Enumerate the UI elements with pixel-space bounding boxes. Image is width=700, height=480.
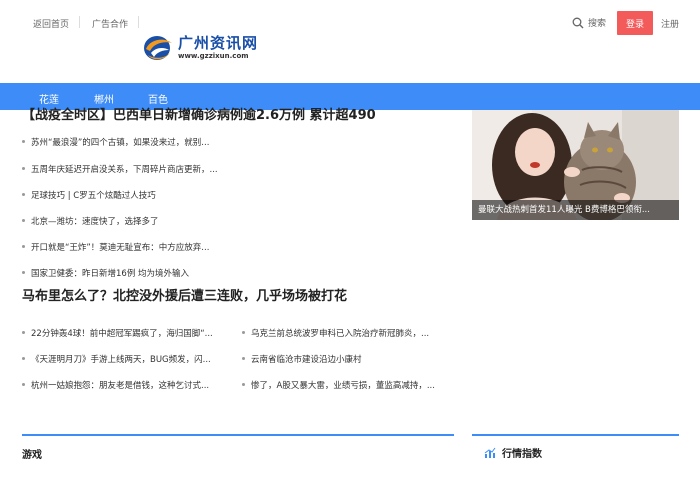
login-button[interactable]: 登录 [617,11,653,35]
bullet [242,357,245,360]
search-label: 搜索 [588,19,607,29]
search-button[interactable]: 搜索 [572,16,606,29]
bullet [22,219,25,222]
bullet [22,193,25,196]
nav-item-baise[interactable]: 百色 [148,91,168,106]
main-nav: 花莲 郴州 百色 [0,83,700,110]
list-item[interactable]: 苏州“最浪漫”的四个古镇，如果没来过，就别... [22,137,242,149]
list-item[interactable]: 乌克兰前总统波罗申科已入院治疗新冠肺炎，... [242,328,452,340]
bullet [242,383,245,386]
home-link[interactable]: 返回首页 [33,17,69,30]
bullet [22,383,25,386]
site-logo[interactable]: 广州资讯网 www.gzzixun.com [142,32,258,64]
bullet [22,167,25,170]
list-item[interactable]: 国家卫健委：昨日新增16例 均为境外输入 [22,268,242,280]
logo-swirl-icon [144,36,172,60]
logo-url: www.gzzixun.com [178,52,249,60]
bullet [242,331,245,334]
list-item[interactable]: 22分钟轰4球！前中超冠军踢疯了，海归国脚“... [22,328,232,340]
divider [79,16,80,28]
photo-caption: 曼联大战热刺首发11人曝光 B费博格巴领衔... [472,200,679,220]
bullet [22,357,25,360]
list-item[interactable]: 杭州一姑娘抱怨：朋友老是借钱，这种乞讨式... [22,380,232,392]
top-bar: 返回首页 广告合作 搜索 登录 注册 [0,0,700,46]
divider [138,16,139,28]
list-item[interactable]: 惨了，A股又暴大雷，业绩亏损，董监高减持，... [242,380,452,392]
headline-1[interactable]: 【战疫全时区】巴西单日新增确诊病例逾2.6万例 累计超490 [22,107,462,124]
list-item[interactable]: 北京—潍坊：速度快了，选择多了 [22,216,242,228]
search-icon [572,17,584,28]
featured-photo[interactable]: 曼联大战热刺首发11人曝光 B费博格巴领衔... [472,110,679,220]
chart-icon [484,447,496,458]
ad-link[interactable]: 广告合作 [92,17,128,30]
market-section-divider [472,434,679,436]
bullet [22,331,25,334]
headline-2[interactable]: 马布里怎么了？北控没外援后遭三连败，几乎场场被打花 [22,288,462,305]
list-item[interactable]: 足球技巧 | C罗五个炫酷过人技巧 [22,190,242,202]
list-item[interactable]: 云南省临沧市建设沿边小康村 [242,354,452,366]
list-item[interactable]: 五周年庆延迟开启没关系，下周碎片商店更新，... [22,164,242,176]
nav-item-hualian[interactable]: 花莲 [39,91,59,106]
logo-title: 广州资讯网 [178,34,259,52]
list-item[interactable]: 《天涯明月刀》手游上线两天，BUG频发，闪... [22,354,232,366]
bullet [22,271,25,274]
bullet [22,140,25,143]
register-link[interactable]: 注册 [661,17,679,30]
list-item[interactable]: 开口就是“王炸”！莫迪无耻宣布：中方应放弃... [22,242,242,254]
games-section-title: 游戏 [22,450,42,461]
bullet [22,245,25,248]
market-title-label: 行情指数 [502,449,542,460]
nav-item-chenzhou[interactable]: 郴州 [94,91,114,106]
market-section-title: 行情指数 [484,445,542,460]
games-section-divider [22,434,454,436]
